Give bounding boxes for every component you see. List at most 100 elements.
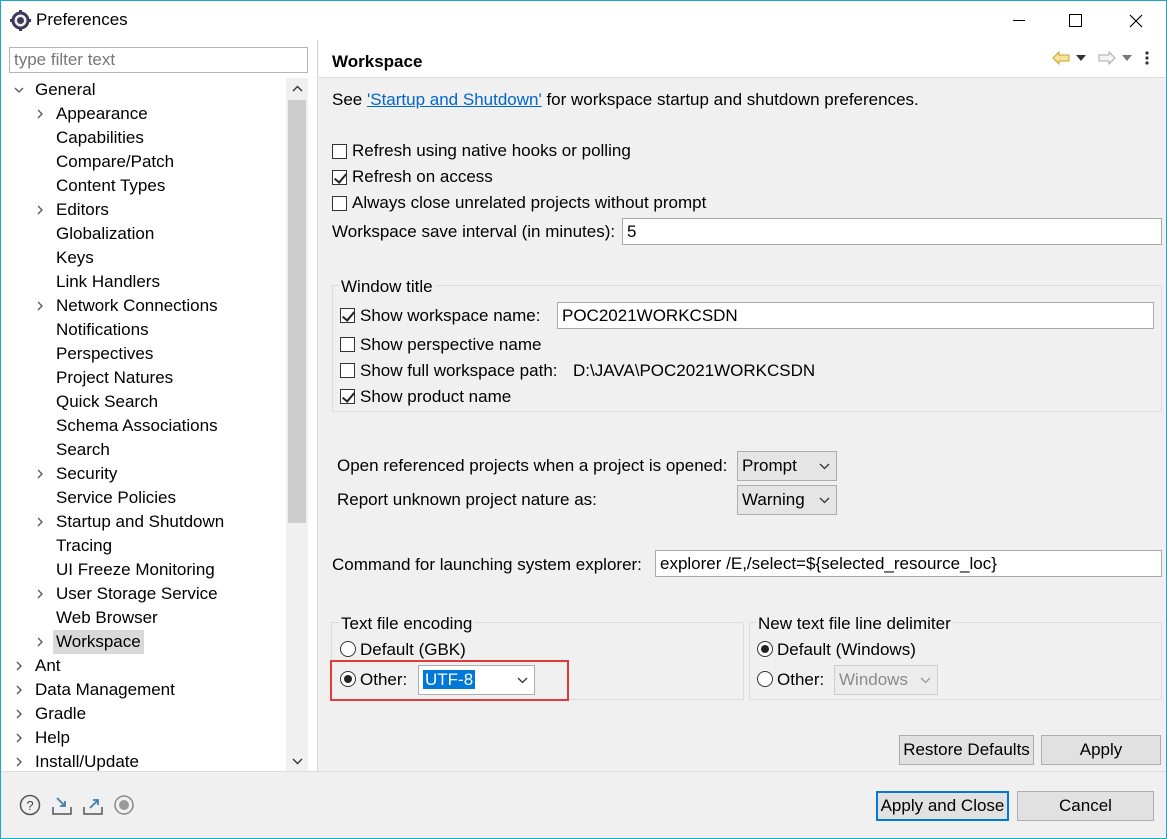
full-path-value: D:\JAVA\POC2021WORKCSDN — [573, 361, 816, 380]
report-nature-label: Report unknown project nature as: — [337, 490, 597, 509]
delimiter-other-radio[interactable] — [757, 671, 773, 687]
tree-item-label: Search — [56, 440, 110, 459]
forward-menu-chevron-icon[interactable] — [1122, 55, 1132, 61]
tree-item-label: Schema Associations — [56, 416, 218, 435]
preference-tree: General Appearance Capabilities Compare/Pat… — [1, 78, 286, 771]
open-referenced-label: Open referenced projects when a project … — [337, 456, 728, 475]
collapsed-chevron-icon[interactable] — [35, 517, 45, 527]
chevron-down-icon — [819, 497, 830, 504]
tree-item-label: Help — [35, 728, 70, 747]
always-close-checkbox[interactable] — [332, 196, 347, 211]
open-referenced-combo[interactable]: Prompt — [737, 451, 837, 481]
collapsed-chevron-icon[interactable] — [14, 709, 24, 719]
collapsed-chevron-icon[interactable] — [14, 685, 24, 695]
restore-defaults-button[interactable]: Restore Defaults — [899, 735, 1034, 765]
tree-item-label: Ant — [35, 656, 61, 675]
back-arrow-icon[interactable] — [1052, 51, 1070, 65]
collapsed-chevron-icon[interactable] — [35, 205, 45, 215]
filter-input[interactable] — [9, 47, 308, 73]
tree-item-label: User Storage Service — [56, 584, 218, 603]
save-interval-label: Workspace save interval (in minutes): — [332, 222, 616, 241]
tree-item-label: Capabilities — [56, 128, 144, 147]
delimiter-default-radio[interactable] — [757, 641, 773, 657]
report-nature-value: Warning — [742, 490, 805, 509]
back-menu-chevron-icon[interactable] — [1076, 55, 1086, 61]
save-interval-input[interactable]: 5 — [622, 218, 1162, 245]
tree-item-label: UI Freeze Monitoring — [56, 560, 215, 579]
show-product-name-label: Show product name — [360, 387, 512, 406]
tree-item-label: Notifications — [56, 320, 149, 339]
collapsed-chevron-icon[interactable] — [35, 469, 45, 479]
tree-item-label: Content Types — [56, 176, 166, 195]
show-full-path-checkbox[interactable] — [340, 363, 355, 378]
tree-item-label: Workspace — [53, 630, 144, 654]
minimize-button[interactable] — [991, 1, 1047, 40]
collapsed-chevron-icon[interactable] — [14, 733, 24, 743]
tree-item-label: Startup and Shutdown — [56, 512, 225, 531]
collapsed-chevron-icon[interactable] — [14, 757, 24, 767]
oomph-record-icon[interactable] — [113, 794, 135, 816]
scroll-thumb[interactable] — [288, 100, 306, 523]
tree-item-label: General — [35, 80, 96, 99]
dialog-footer: ? Apply and Close Cancel — [1, 771, 1166, 838]
tree-item-label: Install/Update — [35, 752, 139, 771]
title-bar: Preferences — [1, 1, 1166, 40]
import-icon[interactable] — [51, 794, 73, 816]
window-title-group-label: Window title — [339, 277, 435, 297]
collapsed-chevron-icon[interactable] — [14, 661, 24, 671]
refresh-on-access-checkbox[interactable] — [332, 170, 347, 185]
tree-item-label: Service Policies — [56, 488, 176, 507]
close-icon — [1129, 14, 1143, 27]
delimiter-default-label: Default (Windows) — [777, 640, 916, 659]
tree-scrollbar[interactable] — [286, 78, 308, 771]
delimiter-other-label: Other: — [777, 670, 825, 689]
collapsed-chevron-icon[interactable] — [35, 301, 45, 311]
expanded-chevron-icon[interactable] — [14, 85, 24, 95]
delimiter-value: Windows — [839, 670, 908, 689]
refresh-native-checkbox[interactable] — [332, 144, 347, 159]
encoding-default-label: Default (GBK) — [360, 640, 466, 659]
collapsed-chevron-icon[interactable] — [35, 637, 45, 647]
collapsed-chevron-icon[interactable] — [35, 589, 45, 599]
show-product-name-checkbox[interactable] — [340, 389, 355, 404]
chevron-down-icon — [920, 677, 931, 684]
apply-button[interactable]: Apply — [1041, 735, 1161, 765]
tree-item-label: Editors — [56, 200, 109, 219]
tree-item-label: Quick Search — [56, 392, 159, 411]
show-perspective-checkbox[interactable] — [340, 337, 355, 352]
maximize-icon — [1068, 14, 1082, 27]
report-nature-combo[interactable]: Warning — [737, 485, 837, 515]
tree-item-label: Compare/Patch — [56, 152, 175, 171]
encoding-default-radio[interactable] — [340, 641, 356, 657]
show-workspace-name-label: Show workspace name: — [360, 306, 541, 325]
explorer-command-input[interactable]: explorer /E,/select=${selected_resource_… — [655, 550, 1162, 577]
collapsed-chevron-icon[interactable] — [35, 109, 45, 119]
close-button[interactable] — [1108, 1, 1164, 40]
show-perspective-label: Show perspective name — [360, 335, 542, 354]
show-workspace-name-checkbox[interactable] — [340, 308, 355, 323]
forward-arrow-icon[interactable] — [1098, 51, 1116, 65]
scroll-up-button[interactable] — [286, 78, 308, 98]
help-icon[interactable]: ? — [19, 794, 41, 816]
apply-and-close-button[interactable]: Apply and Close — [876, 791, 1009, 821]
explorer-command-label: Command for launching system explorer: — [332, 555, 642, 574]
startup-link-line: See 'Startup and Shutdown' for workspace… — [332, 90, 919, 110]
line-delimiter-group-label: New text file line delimiter — [756, 614, 953, 634]
workspace-name-input[interactable]: POC2021WORKCSDN — [557, 302, 1154, 329]
tree-item-label: Security — [56, 464, 118, 483]
text-encoding-group-label: Text file encoding — [339, 614, 475, 634]
tree-item-label: Web Browser — [56, 608, 158, 627]
export-icon[interactable] — [82, 794, 104, 816]
delimiter-combo[interactable]: Windows — [834, 665, 938, 695]
preference-tree-pane: General Appearance Capabilities Compare/Pat… — [1, 40, 318, 771]
chevron-up-icon — [292, 85, 302, 91]
startup-shutdown-link[interactable]: 'Startup and Shutdown' — [367, 90, 542, 109]
view-menu-icon[interactable] — [1145, 50, 1149, 66]
page-title: Workspace — [332, 52, 423, 71]
maximize-button[interactable] — [1047, 1, 1103, 40]
scroll-down-button[interactable] — [286, 751, 308, 771]
always-close-label: Always close unrelated projects without … — [352, 193, 707, 212]
chevron-down-icon — [292, 758, 302, 764]
minimize-icon — [1013, 19, 1025, 21]
cancel-button[interactable]: Cancel — [1017, 791, 1154, 821]
